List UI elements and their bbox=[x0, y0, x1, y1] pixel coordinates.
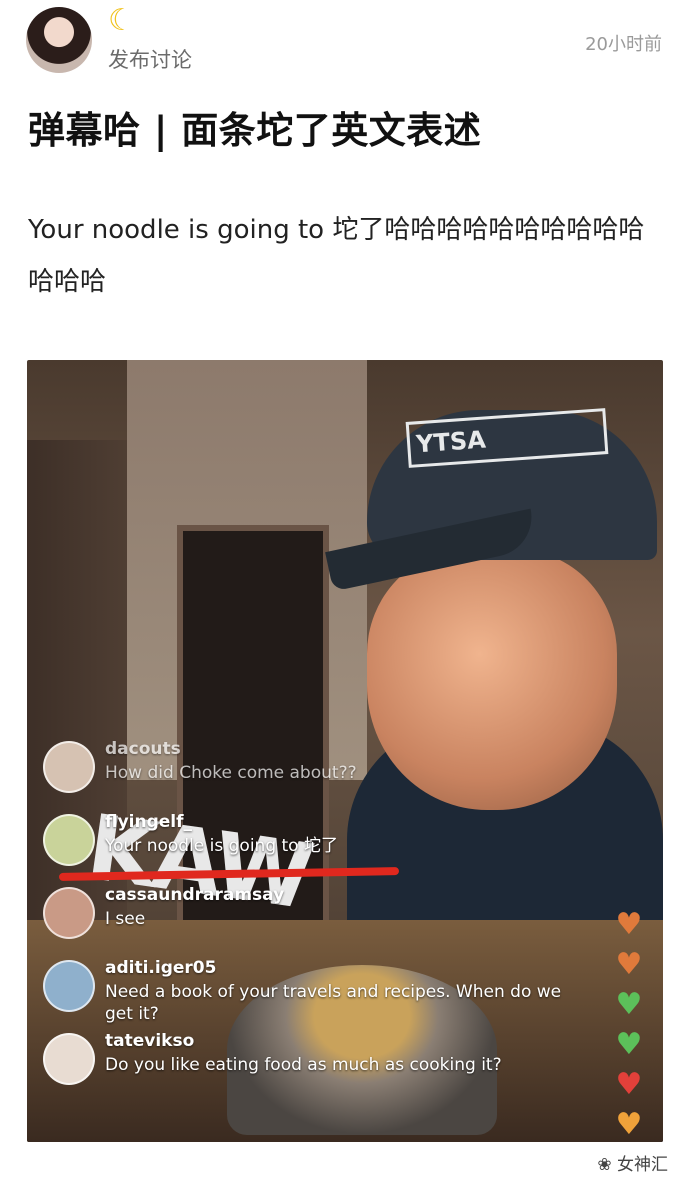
commenter-avatar[interactable] bbox=[43, 814, 95, 866]
comment-text: Your noodle is going to 坨了 bbox=[105, 836, 338, 856]
comment: dacouts How did Choke come about?? bbox=[39, 735, 559, 808]
floating-hearts: ♥ ♥ ♥ ♥ ♥ ♥ bbox=[607, 900, 651, 1142]
heart-icon: ♥ bbox=[615, 907, 643, 942]
heart-icon: ♥ bbox=[615, 1107, 643, 1142]
live-comments: dacouts How did Choke come about?? flyin… bbox=[39, 735, 561, 1100]
comment-username[interactable]: cassaundraramsay bbox=[105, 885, 284, 905]
comment-text: Need a book of your travels and recipes.… bbox=[105, 982, 562, 1024]
livestream-screenshot[interactable]: YTSA KAW dacouts How did Choke come abou… bbox=[27, 360, 663, 1142]
post-title: 弹幕哈 | 面条坨了英文表述 bbox=[28, 109, 482, 152]
post-header: ☾ 发布讨论 20小时前 bbox=[0, 0, 690, 80]
wechat-icon: ❀ bbox=[597, 1155, 617, 1175]
heart-icon: ♥ bbox=[615, 987, 643, 1022]
moon-icon: ☾ bbox=[108, 3, 135, 38]
comment-text: I see bbox=[105, 909, 146, 929]
comment: tateviksо Do you like eating food as muc… bbox=[39, 1027, 559, 1100]
brand-watermark: ❀ 女神汇 bbox=[597, 1150, 668, 1175]
heart-icon: ♥ bbox=[615, 1027, 643, 1062]
author-avatar[interactable] bbox=[26, 7, 92, 73]
cap-logo: YTSA bbox=[405, 408, 609, 468]
comment-username[interactable]: dacouts bbox=[105, 739, 181, 759]
commenter-avatar[interactable] bbox=[43, 741, 95, 793]
comment-text: How did Choke come about?? bbox=[105, 763, 357, 783]
comment: aditi.iger05 Need a book of your travels… bbox=[39, 954, 561, 1027]
commenter-avatar[interactable] bbox=[43, 887, 95, 939]
heart-icon: ♥ bbox=[615, 1067, 643, 1102]
commenter-avatar[interactable] bbox=[43, 1033, 95, 1085]
heart-icon: ♥ bbox=[615, 947, 643, 982]
comment-username[interactable]: flyingelf_ bbox=[105, 812, 192, 832]
brand-name: 女神汇 bbox=[617, 1155, 668, 1175]
author-name[interactable]: 发布讨论 bbox=[108, 44, 192, 74]
comment-username[interactable]: aditi.iger05 bbox=[105, 958, 216, 978]
post-time: 20小时前 bbox=[585, 34, 662, 55]
commenter-avatar[interactable] bbox=[43, 960, 95, 1012]
comment-username[interactable]: tateviksо bbox=[105, 1031, 194, 1051]
post-body: Your noodle is going to 坨了哈哈哈哈哈哈哈哈哈哈哈哈哈 bbox=[28, 215, 645, 297]
comment: cassaundraramsay I see bbox=[39, 881, 559, 954]
comment-text: Do you like eating food as much as cooki… bbox=[105, 1055, 502, 1075]
